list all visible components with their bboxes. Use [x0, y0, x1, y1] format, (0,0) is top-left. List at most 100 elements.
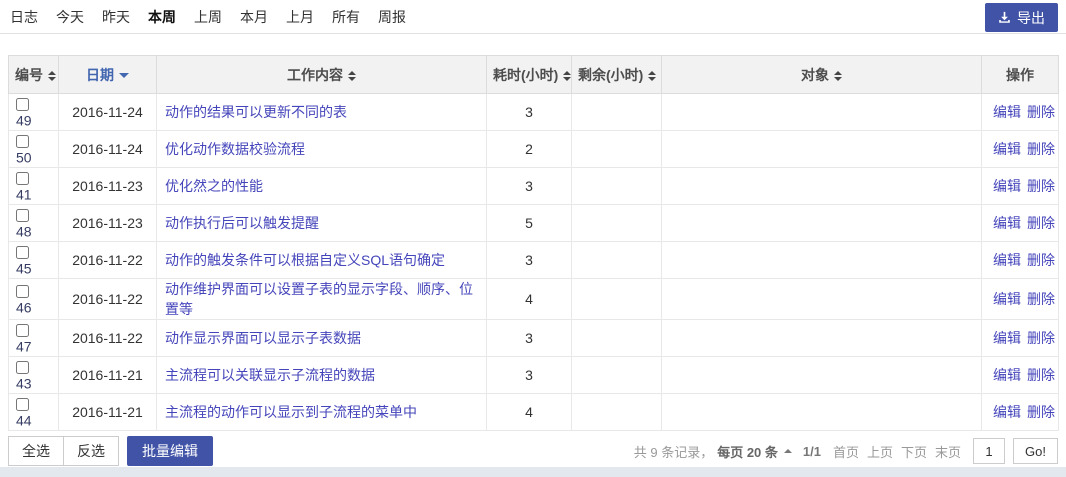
nav-item-8[interactable]: 周报: [378, 7, 406, 27]
delete-link[interactable]: 删除: [1027, 367, 1055, 383]
col-header-object[interactable]: 对象: [661, 55, 982, 94]
work-content-link[interactable]: 优化动作数据校验流程: [165, 141, 305, 157]
nav-item-3[interactable]: 本周: [148, 7, 176, 27]
col-header-id[interactable]: 编号: [8, 55, 59, 94]
work-content-link[interactable]: 优化然之的性能: [165, 178, 263, 194]
row-checkbox[interactable]: [16, 172, 29, 186]
log-table-panel: 编号 日期 工作内容 耗时(小时) 剩余(小时) 对象 操作 49 2016-1…: [8, 55, 1059, 431]
table-row: 49 2016-11-24 动作的结果可以更新不同的表 3 编辑 删除: [8, 93, 1059, 131]
nav-item-1[interactable]: 今天: [56, 7, 84, 27]
go-button[interactable]: Go!: [1013, 438, 1058, 464]
col-header-hours-label: 耗时(小时): [493, 66, 559, 83]
row-checkbox[interactable]: [16, 285, 29, 299]
top-navbar: 日志 今天 昨天 本周 上周 本月 上月 所有 周报 导出: [0, 0, 1066, 34]
row-checkbox[interactable]: [16, 246, 29, 260]
date-cell: 2016-11-22: [58, 241, 157, 279]
nav-item-7[interactable]: 所有: [332, 7, 360, 27]
col-header-remaining[interactable]: 剩余(小时): [571, 55, 662, 94]
date-cell: 2016-11-21: [58, 356, 157, 394]
edit-link[interactable]: 编辑: [993, 178, 1021, 194]
date-cell: 2016-11-22: [58, 278, 157, 320]
content-cell: 动作维护界面可以设置子表的显示字段、顺序、位置等: [156, 278, 487, 320]
work-content-link[interactable]: 动作的结果可以更新不同的表: [165, 104, 347, 120]
row-checkbox[interactable]: [16, 398, 29, 412]
delete-link[interactable]: 删除: [1027, 141, 1055, 157]
edit-link[interactable]: 编辑: [993, 215, 1021, 231]
invert-select-button[interactable]: 反选: [63, 436, 119, 466]
work-content-link[interactable]: 动作显示界面可以显示子表数据: [165, 330, 361, 346]
col-header-content[interactable]: 工作内容: [156, 55, 487, 94]
edit-link[interactable]: 编辑: [993, 252, 1021, 268]
actions-cell: 编辑 删除: [981, 130, 1059, 168]
next-page-link[interactable]: 下页: [901, 442, 927, 461]
row-checkbox[interactable]: [16, 324, 29, 338]
remaining-cell: [571, 393, 662, 431]
last-page-link[interactable]: 末页: [935, 442, 961, 461]
row-id: 49: [16, 112, 32, 129]
prev-page-link[interactable]: 上页: [867, 442, 893, 461]
work-content-link[interactable]: 主流程的动作可以显示到子流程的菜单中: [165, 404, 417, 420]
delete-link[interactable]: 删除: [1027, 252, 1055, 268]
export-button[interactable]: 导出: [985, 3, 1058, 32]
date-cell: 2016-11-23: [58, 167, 157, 205]
delete-link[interactable]: 删除: [1027, 291, 1055, 307]
hours-cell: 3: [486, 319, 572, 357]
row-checkbox[interactable]: [16, 98, 29, 112]
nav-item-log[interactable]: 日志: [10, 7, 38, 27]
delete-link[interactable]: 删除: [1027, 215, 1055, 231]
edit-link[interactable]: 编辑: [993, 367, 1021, 383]
hours-cell: 3: [486, 356, 572, 394]
per-page-label[interactable]: 每页 20 条: [717, 442, 778, 461]
date-cell: 2016-11-21: [58, 393, 157, 431]
select-all-button[interactable]: 全选: [8, 436, 64, 466]
edit-link[interactable]: 编辑: [993, 104, 1021, 120]
remaining-cell: [571, 167, 662, 205]
row-id: 47: [16, 338, 32, 355]
nav-item-5[interactable]: 本月: [240, 7, 268, 27]
object-cell: [661, 319, 982, 357]
edit-link[interactable]: 编辑: [993, 330, 1021, 346]
nav-item-4[interactable]: 上周: [194, 7, 222, 27]
edit-link[interactable]: 编辑: [993, 404, 1021, 420]
edit-link[interactable]: 编辑: [993, 291, 1021, 307]
caret-down-icon: [119, 73, 129, 79]
remaining-cell: [571, 319, 662, 357]
batch-edit-button[interactable]: 批量编辑: [127, 436, 213, 466]
actions-cell: 编辑 删除: [981, 278, 1059, 320]
edit-link[interactable]: 编辑: [993, 141, 1021, 157]
delete-link[interactable]: 删除: [1027, 330, 1055, 346]
delete-link[interactable]: 删除: [1027, 178, 1055, 194]
content-cell: 动作的结果可以更新不同的表: [156, 93, 487, 131]
row-id: 46: [16, 299, 32, 316]
delete-link[interactable]: 删除: [1027, 104, 1055, 120]
page-number-input[interactable]: [973, 438, 1006, 464]
object-cell: [661, 93, 982, 131]
delete-link[interactable]: 删除: [1027, 404, 1055, 420]
content-cell: 主流程的动作可以显示到子流程的菜单中: [156, 393, 487, 431]
col-header-content-label: 工作内容: [287, 66, 343, 83]
hours-cell: 3: [486, 167, 572, 205]
work-content-link[interactable]: 动作执行后可以触发提醒: [165, 215, 319, 231]
id-cell: 43: [8, 356, 59, 394]
work-content-link[interactable]: 动作的触发条件可以根据自定义SQL语句确定: [165, 252, 445, 268]
work-content-link[interactable]: 主流程可以关联显示子流程的数据: [165, 367, 375, 383]
hours-cell: 4: [486, 393, 572, 431]
object-cell: [661, 356, 982, 394]
col-header-date[interactable]: 日期: [58, 55, 157, 94]
row-checkbox[interactable]: [16, 209, 29, 223]
sort-icon: [563, 70, 572, 81]
work-content-link[interactable]: 动作维护界面可以设置子表的显示字段、顺序、位置等: [165, 281, 473, 317]
object-cell: [661, 130, 982, 168]
actions-cell: 编辑 删除: [981, 319, 1059, 357]
table-row: 45 2016-11-22 动作的触发条件可以根据自定义SQL语句确定 3 编辑 删除: [8, 241, 1059, 279]
pagination: 共 9 条记录，每页 20 条 1/1 首页 上页 下页 末页 Go!: [634, 438, 1058, 464]
nav-item-6[interactable]: 上月: [286, 7, 314, 27]
remaining-cell: [571, 241, 662, 279]
row-checkbox[interactable]: [16, 135, 29, 149]
id-cell: 48: [8, 204, 59, 242]
col-header-hours[interactable]: 耗时(小时): [486, 55, 572, 94]
first-page-link[interactable]: 首页: [833, 442, 859, 461]
row-checkbox[interactable]: [16, 361, 29, 375]
nav-item-2[interactable]: 昨天: [102, 7, 130, 27]
hours-cell: 4: [486, 278, 572, 320]
